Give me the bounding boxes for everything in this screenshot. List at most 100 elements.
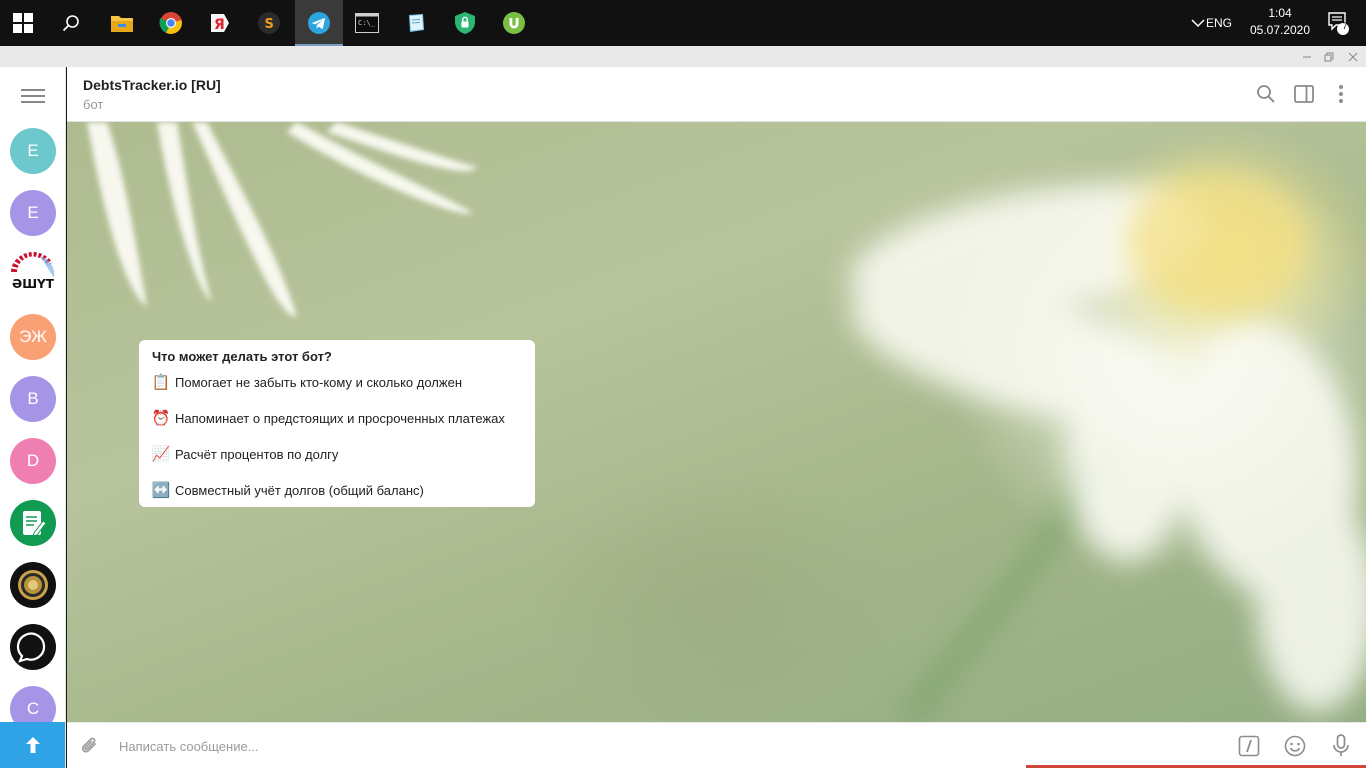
windows-logo-icon — [13, 13, 33, 33]
message-compose-bar — [67, 722, 1366, 768]
taskbar-app-command-prompt[interactable]: C:\_ — [344, 0, 390, 46]
chat-avatar-d[interactable]: D — [10, 438, 56, 484]
taskbar-app-chrome[interactable] — [148, 0, 194, 46]
clock-time: 1:04 — [1268, 6, 1292, 20]
bot-feature-item: ↔️ Совместный учёт долгов (общий баланс) — [152, 481, 424, 499]
search-icon — [1257, 85, 1275, 103]
bot-feature-text: Расчёт процентов по долгу — [175, 446, 339, 462]
message-input[interactable] — [119, 723, 1219, 768]
maximize-button[interactable] — [1318, 46, 1340, 67]
bot-description-card: Что может делать этот бот? 📋 Помогает не… — [139, 340, 535, 507]
notes-icon — [409, 14, 424, 32]
bot-feature-text: Совместный учёт долгов (общий баланс) — [175, 482, 424, 498]
toggle-info-panel-button[interactable] — [1292, 82, 1316, 106]
taskbar-app-file-explorer[interactable] — [99, 0, 145, 46]
ashut-logo-text: ӘШҮТ — [12, 277, 55, 291]
restore-icon — [1324, 52, 1334, 61]
avatar-initials: B — [27, 389, 39, 408]
yandex-icon: Я — [211, 14, 229, 33]
svg-text:Я: Я — [214, 17, 225, 33]
chart-increasing-icon: 📈 — [151, 446, 171, 463]
notification-count-badge: 7 — [1342, 21, 1348, 31]
search-chat-button[interactable] — [1254, 82, 1278, 106]
chat-avatar-ezh[interactable]: ЭЖ — [10, 314, 56, 360]
terminal-icon: C:\_ — [355, 13, 379, 33]
chat-wallpaper: Что может делать этот бот? 📋 Помогает не… — [67, 122, 1366, 722]
chat-avatar-e1[interactable]: E — [10, 128, 56, 174]
ring-logo-icon — [16, 632, 46, 663]
chat-title[interactable]: DebtsTracker.io [RU] — [83, 77, 221, 93]
taskbar-app-vpn[interactable] — [442, 0, 488, 46]
taskbar-app-telegram[interactable] — [295, 0, 343, 46]
arrow-up-icon — [26, 737, 40, 753]
chat-header: DebtsTracker.io [RU] бот — [67, 67, 1366, 122]
avatar-initials: E — [27, 203, 39, 222]
bot-feature-text: Напоминает о предстоящих и просроченных … — [175, 410, 505, 426]
language-indicator[interactable]: ENG — [1206, 0, 1232, 46]
close-button[interactable] — [1342, 46, 1364, 67]
notebook-pen-icon — [23, 511, 47, 537]
taskbar-app-utorrent[interactable] — [491, 0, 537, 46]
seal-emblem-icon — [18, 570, 48, 600]
emoji-button[interactable] — [1283, 734, 1307, 758]
chat-avatar-ashut[interactable]: ӘШҮТ — [10, 252, 56, 298]
chat-list-sidebar: E E ӘШҮТ ЭЖ B D C — [0, 67, 66, 768]
hamburger-line — [21, 101, 45, 103]
attach-file-button[interactable] — [78, 734, 102, 758]
avatar-initials: E — [27, 141, 39, 160]
avatar-initials: D — [26, 451, 40, 470]
bot-feature-item: 📋 Помогает не забыть кто-кому и сколько … — [152, 373, 462, 391]
bot-description-title: Что может делать этот бот? — [152, 349, 332, 364]
microphone-icon — [1333, 734, 1349, 756]
scroll-to-top-button[interactable] — [0, 722, 65, 768]
chat-avatar-b[interactable]: B — [10, 376, 56, 422]
bot-feature-item: ⏰ Напоминает о предстоящих и просроченны… — [152, 409, 505, 427]
windows-taskbar: Я S C:\_ ENG 1:04 05.07.2020 7 — [0, 0, 1366, 46]
taskbar-app-sublime-text[interactable]: S — [246, 0, 292, 46]
minimize-icon — [1303, 56, 1311, 57]
hamburger-line — [21, 89, 45, 91]
clipboard-icon: 📋 — [151, 374, 171, 391]
left-right-arrow-icon: ↔️ — [151, 482, 171, 499]
taskbar-app-yandex-browser[interactable]: Я — [197, 0, 243, 46]
start-button[interactable] — [0, 0, 46, 46]
bot-feature-text: Помогает не забыть кто-кому и сколько до… — [175, 374, 462, 390]
system-clock[interactable]: 1:04 05.07.2020 — [1244, 5, 1316, 39]
chat-subtitle: бот — [83, 97, 104, 112]
ashut-logo-icon: ӘШҮТ — [11, 252, 55, 291]
chrome-icon — [159, 12, 182, 34]
utorrent-icon — [503, 12, 525, 34]
bot-commands-button[interactable] — [1237, 734, 1261, 758]
telegram-icon — [308, 12, 330, 34]
bot-feature-item: 📈 Расчёт процентов по долгу — [151, 445, 339, 463]
svg-text:C:\_: C:\_ — [358, 19, 376, 27]
alarm-clock-icon: ⏰ — [151, 410, 171, 427]
close-icon — [1348, 52, 1358, 61]
voice-message-button[interactable] — [1329, 734, 1353, 758]
chat-avatar-notebook[interactable] — [10, 500, 56, 546]
main-menu-button[interactable] — [21, 86, 45, 106]
avatar-initials: ЭЖ — [19, 327, 47, 346]
folder-icon — [111, 16, 133, 32]
more-options-button[interactable] — [1329, 82, 1353, 106]
taskbar-app-notes[interactable] — [393, 0, 439, 46]
chevron-up-icon — [1191, 19, 1205, 28]
minimize-button[interactable] — [1296, 46, 1318, 67]
shield-lock-icon — [455, 12, 475, 34]
search-button[interactable] — [48, 0, 94, 46]
hamburger-line — [21, 95, 45, 97]
smiley-icon — [1284, 735, 1306, 757]
chat-avatar-e2[interactable]: E — [10, 190, 56, 236]
slash-command-icon — [1238, 735, 1260, 757]
paperclip-icon — [81, 737, 96, 753]
avatar-initials: C — [26, 699, 40, 718]
clock-date: 05.07.2020 — [1249, 23, 1311, 37]
chat-avatar-ring[interactable] — [10, 624, 56, 670]
more-vertical-icon — [1339, 85, 1343, 103]
sublime-icon: S — [258, 12, 280, 34]
search-icon — [62, 15, 79, 32]
action-center-button[interactable]: 7 — [1318, 0, 1358, 46]
chat-avatar-seal[interactable] — [10, 562, 56, 608]
svg-text:S: S — [265, 17, 274, 32]
window-titlebar — [0, 46, 1366, 67]
